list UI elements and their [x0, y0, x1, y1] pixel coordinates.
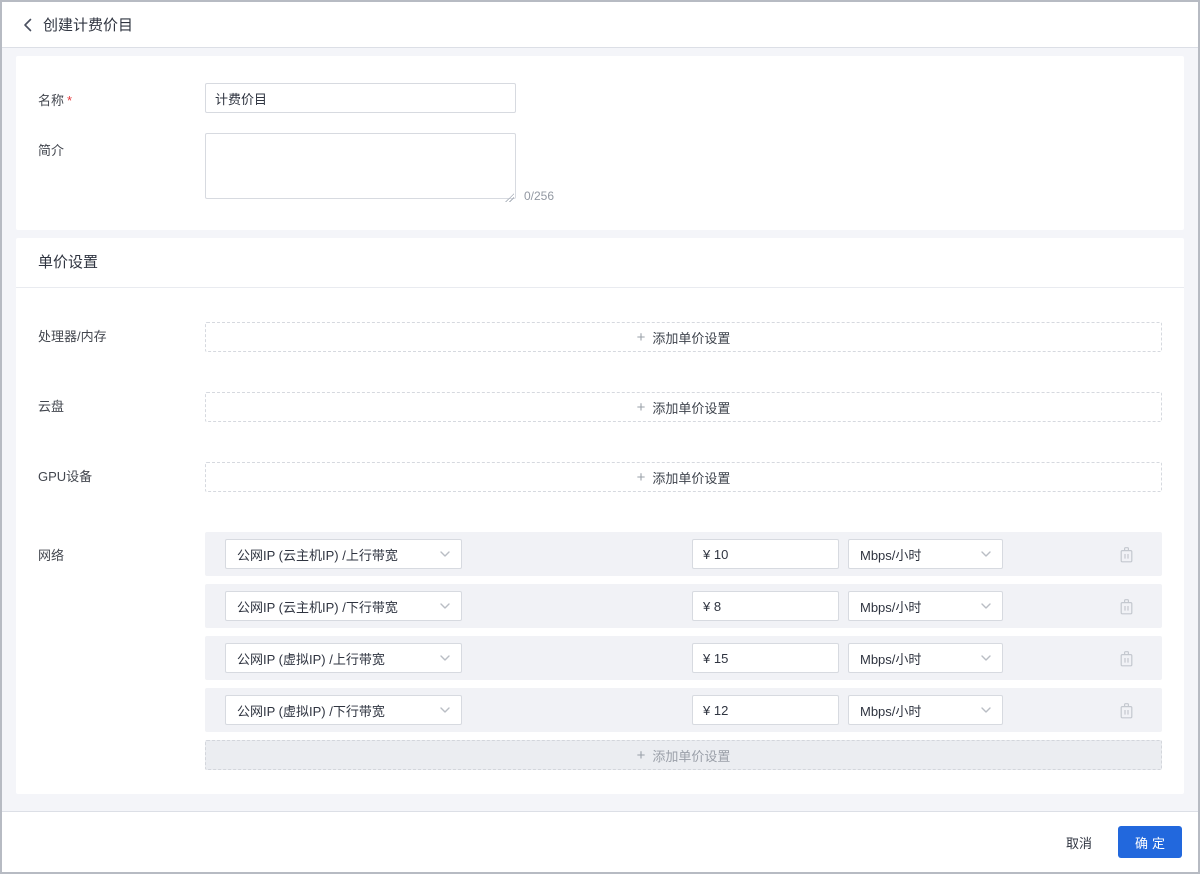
name-label-text: 名称 — [38, 93, 65, 108]
price-input[interactable] — [692, 695, 839, 725]
intro-textarea-wrap — [205, 133, 516, 204]
network-price-row: 公网IP (云主机IP) /下行带宽 Mbps/小时 — [205, 584, 1162, 628]
chevron-down-icon — [981, 603, 991, 609]
delete-row-button[interactable] — [1119, 650, 1134, 667]
trash-icon — [1120, 650, 1133, 666]
add-unit-price-button-network[interactable]: + 添加单价设置 — [205, 740, 1162, 770]
add-unit-price-button-cloud-disk[interactable]: + 添加单价设置 — [205, 392, 1162, 422]
trash-icon — [1120, 702, 1133, 718]
chevron-down-icon — [981, 655, 991, 661]
page-title: 创建计费价目 — [43, 17, 134, 34]
add-button-label: 添加单价设置 — [652, 470, 731, 486]
intro-form-row: 简介 0/256 — [38, 133, 1162, 204]
gpu-label: GPU设备 — [38, 469, 93, 484]
plus-icon: + — [636, 398, 646, 416]
chevron-down-icon — [440, 551, 450, 557]
chevron-down-icon — [981, 551, 991, 557]
network-price-row: 公网IP (虚拟IP) /上行带宽 Mbps/小时 — [205, 636, 1162, 680]
price-input[interactable] — [692, 591, 839, 621]
bandwidth-type-value: 公网IP (虚拟IP) /上行带宽 — [237, 651, 385, 667]
bandwidth-type-value: 公网IP (云主机IP) /下行带宽 — [237, 599, 398, 615]
back-icon[interactable] — [23, 18, 32, 32]
resize-grip-icon[interactable] — [505, 193, 514, 202]
char-counter: 0/256 — [524, 189, 555, 203]
network-price-row: 公网IP (云主机IP) /上行带宽 Mbps/小时 — [205, 532, 1162, 576]
price-input[interactable] — [692, 539, 839, 569]
price-row-network: 网络 公网IP (云主机IP) /上行带宽 Mbps/小时 — [38, 532, 1162, 770]
add-unit-price-button-cpu-memory[interactable]: + 添加单价设置 — [205, 322, 1162, 352]
delete-row-button[interactable] — [1119, 546, 1134, 563]
unit-select[interactable]: Mbps/小时 — [848, 539, 1003, 569]
add-button-label: 添加单价设置 — [652, 748, 731, 764]
chevron-down-icon — [981, 707, 991, 713]
network-price-row: 公网IP (虚拟IP) /下行带宽 Mbps/小时 — [205, 688, 1162, 732]
chevron-down-icon — [440, 707, 450, 713]
intro-label: 简介 — [38, 143, 65, 158]
add-button-label: 添加单价设置 — [652, 330, 731, 346]
name-input[interactable] — [205, 83, 516, 113]
price-input[interactable] — [692, 643, 839, 673]
unit-price-card: 单价设置 处理器/内存 + 添加单价设置 云盘 + 添加单价设置 GPU设备 +… — [16, 238, 1184, 794]
unit-value: Mbps/小时 — [860, 547, 922, 563]
plus-icon: + — [636, 746, 646, 764]
name-label: 名称 * — [38, 83, 205, 113]
network-label: 网络 — [38, 548, 65, 563]
trash-icon — [1120, 598, 1133, 614]
add-button-label: 添加单价设置 — [652, 400, 731, 416]
required-asterisk: * — [67, 93, 73, 108]
chevron-down-icon — [440, 603, 450, 609]
unit-select[interactable]: Mbps/小时 — [848, 643, 1003, 673]
section-body: 处理器/内存 + 添加单价设置 云盘 + 添加单价设置 GPU设备 + 添加单价… — [16, 288, 1184, 770]
intro-textarea[interactable] — [205, 133, 516, 199]
cpu-memory-label: 处理器/内存 — [38, 329, 107, 344]
plus-icon: + — [636, 468, 646, 486]
action-footer: 取消 确定 — [2, 811, 1198, 872]
bandwidth-type-select[interactable]: 公网IP (云主机IP) /上行带宽 — [225, 539, 462, 569]
trash-icon — [1120, 546, 1133, 562]
bandwidth-type-select[interactable]: 公网IP (云主机IP) /下行带宽 — [225, 591, 462, 621]
delete-row-button[interactable] — [1119, 702, 1134, 719]
unit-select[interactable]: Mbps/小时 — [848, 591, 1003, 621]
section-title: 单价设置 — [16, 238, 1184, 288]
page-header: 创建计费价目 — [2, 2, 1198, 48]
bandwidth-type-select[interactable]: 公网IP (虚拟IP) /上行带宽 — [225, 643, 462, 673]
main-content: 名称* 简介 0/256 单价设置 处理器/内存 — [2, 48, 1198, 811]
cancel-button[interactable]: 取消 — [1066, 833, 1092, 852]
unit-value: Mbps/小时 — [860, 599, 922, 615]
plus-icon: + — [636, 328, 646, 346]
create-pricing-page: 创建计费价目 名称* 简介 0/256 单价设置 — [2, 2, 1198, 872]
unit-value: Mbps/小时 — [860, 651, 922, 667]
network-rows: 公网IP (云主机IP) /上行带宽 Mbps/小时 — [205, 532, 1162, 770]
price-row-gpu: GPU设备 + 添加单价设置 — [38, 462, 1162, 492]
chevron-down-icon — [440, 655, 450, 661]
name-form-row: 名称 * — [38, 83, 1162, 113]
confirm-button[interactable]: 确定 — [1117, 826, 1182, 858]
price-row-cloud-disk: 云盘 + 添加单价设置 — [38, 392, 1162, 422]
basic-info-card: 名称* 简介 0/256 — [16, 56, 1184, 230]
bandwidth-type-value: 公网IP (云主机IP) /上行带宽 — [237, 547, 398, 563]
price-row-cpu-memory: 处理器/内存 + 添加单价设置 — [38, 322, 1162, 352]
cloud-disk-label: 云盘 — [38, 399, 65, 414]
unit-value: Mbps/小时 — [860, 703, 922, 719]
bandwidth-type-select[interactable]: 公网IP (虚拟IP) /下行带宽 — [225, 695, 462, 725]
bandwidth-type-value: 公网IP (虚拟IP) /下行带宽 — [237, 703, 385, 719]
delete-row-button[interactable] — [1119, 598, 1134, 615]
add-unit-price-button-gpu[interactable]: + 添加单价设置 — [205, 462, 1162, 492]
unit-select[interactable]: Mbps/小时 — [848, 695, 1003, 725]
